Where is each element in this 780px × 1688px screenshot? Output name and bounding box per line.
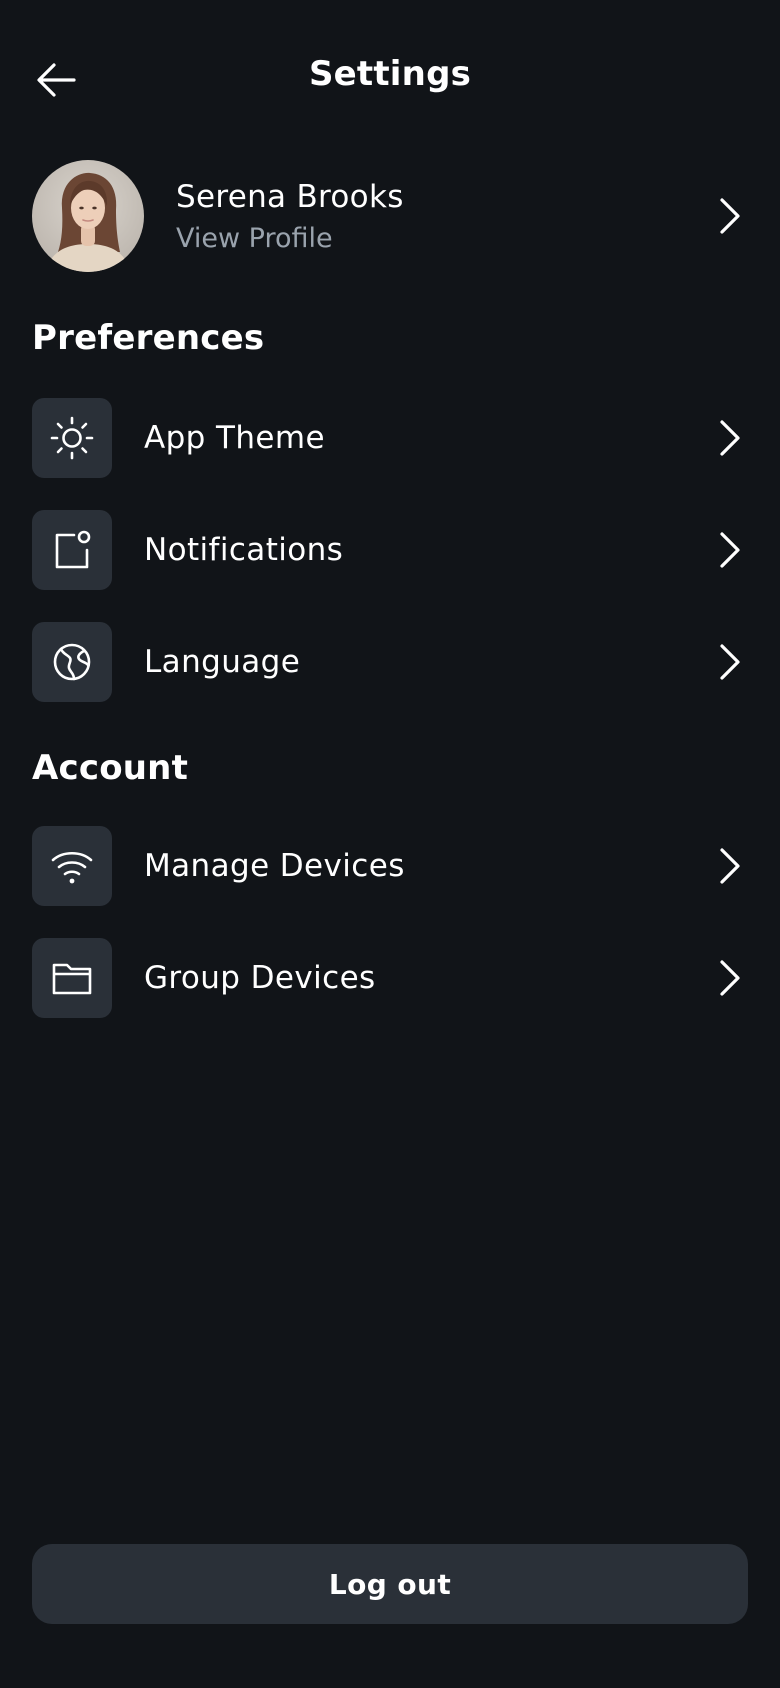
section-title-preferences: Preferences (32, 318, 265, 358)
folder-icon (52, 963, 92, 995)
profile-row[interactable]: Serena Brooks View Profile (32, 160, 748, 272)
settings-item-group-devices[interactable]: Group Devices (32, 938, 748, 1018)
settings-item-label: Language (144, 644, 301, 680)
globe-icon (53, 643, 91, 681)
settings-item-language[interactable]: Language (32, 622, 748, 702)
chevron-right-icon (712, 418, 748, 458)
chevron-right-icon (712, 196, 748, 236)
chevron-right-icon (712, 530, 748, 570)
chevron-right-icon (712, 642, 748, 682)
settings-item-label: Group Devices (144, 960, 376, 996)
profile-name: Serena Brooks (176, 178, 404, 215)
settings-item-label: Manage Devices (144, 848, 405, 884)
notification-icon (55, 530, 91, 569)
header: Settings (0, 0, 780, 160)
settings-item-app-theme[interactable]: App Theme (32, 398, 748, 478)
avatar (32, 160, 144, 272)
chevron-right-icon (712, 846, 748, 886)
settings-item-notifications[interactable]: Notifications (32, 510, 748, 590)
view-profile-link[interactable]: View Profile (176, 223, 712, 254)
chevron-right-icon (712, 958, 748, 998)
settings-item-manage-devices[interactable]: Manage Devices (32, 826, 748, 906)
wifi-icon (51, 851, 93, 884)
settings-item-label: Notifications (144, 532, 344, 568)
settings-item-label: App Theme (144, 420, 325, 456)
section-title-account: Account (32, 748, 189, 788)
logout-button[interactable]: Log out (32, 1544, 748, 1624)
sun-icon (50, 416, 94, 460)
page-title: Settings (308, 54, 472, 94)
